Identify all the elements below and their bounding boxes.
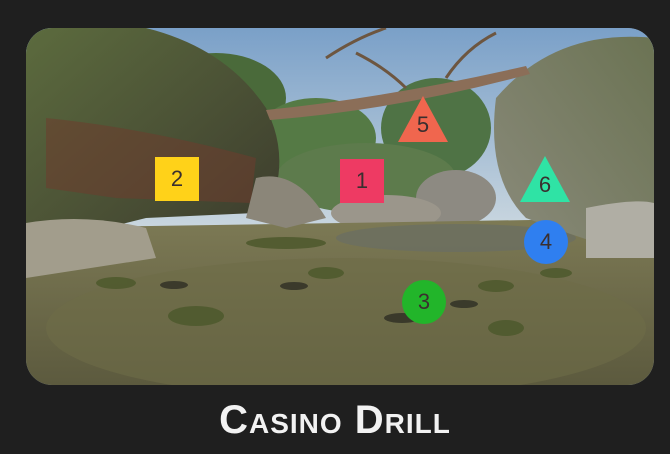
forest-scene xyxy=(26,28,654,385)
target-1-square[interactable]: 1 xyxy=(340,159,384,203)
game-frame: 1 2 3 4 5 6 Casino Drill xyxy=(0,0,670,454)
game-title: Casino Drill xyxy=(219,398,451,442)
game-viewport[interactable]: 1 2 3 4 5 6 xyxy=(26,28,654,385)
target-4-label: 4 xyxy=(539,229,553,254)
target-6-triangle[interactable]: 6 xyxy=(520,156,570,202)
target-3-label: 3 xyxy=(417,289,431,314)
target-2-square[interactable]: 2 xyxy=(155,157,199,201)
target-5-triangle[interactable]: 5 xyxy=(398,96,448,142)
target-1-label: 1 xyxy=(355,168,369,193)
target-4-circle[interactable]: 4 xyxy=(524,220,568,264)
target-5-label: 5 xyxy=(416,112,430,137)
target-3-circle[interactable]: 3 xyxy=(402,280,446,324)
target-6-label: 6 xyxy=(538,172,552,197)
target-2-label: 2 xyxy=(170,166,184,191)
